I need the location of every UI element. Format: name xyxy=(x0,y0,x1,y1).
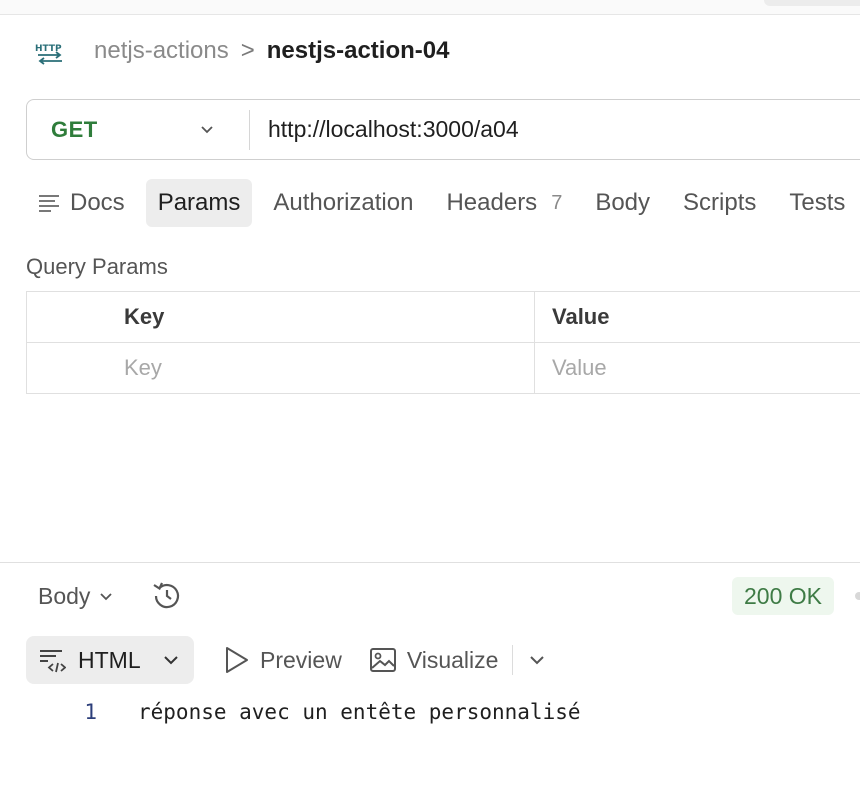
format-select[interactable]: HTML xyxy=(26,636,194,684)
tab-edge[interactable] xyxy=(764,0,860,6)
table-row: Key Value xyxy=(27,343,860,394)
tab-body[interactable]: Body xyxy=(583,179,662,227)
query-params-title: Query Params xyxy=(26,254,168,279)
top-tab-strip xyxy=(0,0,860,15)
request-editor: HTTP netjs-actions > nestjs-action-04 GE… xyxy=(0,0,860,787)
url-bar: GET http://localhost:3000/a04 xyxy=(26,99,860,160)
image-icon xyxy=(369,648,396,672)
method-label: GET xyxy=(51,116,98,142)
param-value-input[interactable]: Value xyxy=(535,343,860,393)
response-code-line: 1 réponse avec un entête personnalisé xyxy=(0,696,581,728)
param-key-input[interactable]: Key xyxy=(27,343,535,393)
column-header-key: Key xyxy=(27,292,535,342)
html-format-icon xyxy=(40,650,66,673)
request-name[interactable]: nestjs-action-04 xyxy=(267,37,450,65)
tab-docs[interactable]: Docs xyxy=(26,179,137,227)
method-select[interactable]: GET xyxy=(27,100,249,159)
tab-scripts-label: Scripts xyxy=(683,189,757,216)
chevron-down-icon xyxy=(164,656,178,665)
line-number: 1 xyxy=(84,700,97,724)
tab-docs-label: Docs xyxy=(70,189,125,216)
breadcrumb: HTTP netjs-actions > nestjs-action-04 xyxy=(34,34,449,68)
play-icon xyxy=(226,647,248,673)
response-body-dropdown[interactable]: Body xyxy=(38,578,114,614)
tab-params-label: Params xyxy=(157,189,241,216)
tab-tests-label: Tests xyxy=(789,189,846,216)
chevron-down-icon xyxy=(100,593,113,601)
docs-icon xyxy=(39,195,59,212)
url-divider xyxy=(249,109,250,150)
tab-headers-label: Headers xyxy=(446,189,538,216)
request-tabs: Docs Params Authorization Headers 7 Body… xyxy=(26,179,860,227)
breadcrumb-separator: > xyxy=(240,37,255,64)
format-label: HTML xyxy=(78,646,141,673)
tab-tests[interactable]: Tests xyxy=(777,179,857,227)
preview-button[interactable]: Preview xyxy=(224,636,342,684)
line-content[interactable]: réponse avec un entête personnalisé xyxy=(138,700,581,724)
visualize-button[interactable]: Visualize xyxy=(369,636,499,684)
visualize-label: Visualize xyxy=(406,646,499,673)
status-badge[interactable]: 200 OK xyxy=(732,577,834,615)
chevron-down-icon[interactable] xyxy=(527,650,547,670)
query-params-table: Key Value Key Value xyxy=(26,291,860,394)
response-divider[interactable] xyxy=(0,562,860,563)
breadcrumb-collection[interactable]: netjs-actions xyxy=(94,37,229,65)
preview-label: Preview xyxy=(260,646,342,673)
tab-scripts[interactable]: Scripts xyxy=(671,179,768,227)
tab-authorization-label: Authorization xyxy=(273,189,414,216)
table-header-row: Key Value xyxy=(27,292,860,343)
response-view-toolbar: HTML Preview Visualize xyxy=(26,636,547,684)
history-icon[interactable] xyxy=(150,579,184,613)
tab-params[interactable]: Params xyxy=(145,179,253,227)
url-input[interactable]: http://localhost:3000/a04 xyxy=(268,116,519,143)
response-body-label: Body xyxy=(38,582,91,609)
tab-authorization[interactable]: Authorization xyxy=(261,179,425,227)
chevron-down-icon xyxy=(201,126,213,134)
toolbar-divider xyxy=(512,645,514,675)
status-separator-dot xyxy=(855,592,860,600)
http-icon: HTTP xyxy=(35,44,62,65)
tab-body-label: Body xyxy=(595,189,651,216)
column-header-value: Value xyxy=(552,304,610,329)
tab-headers[interactable]: Headers 7 xyxy=(434,179,574,227)
headers-count-badge: 7 xyxy=(551,191,563,214)
